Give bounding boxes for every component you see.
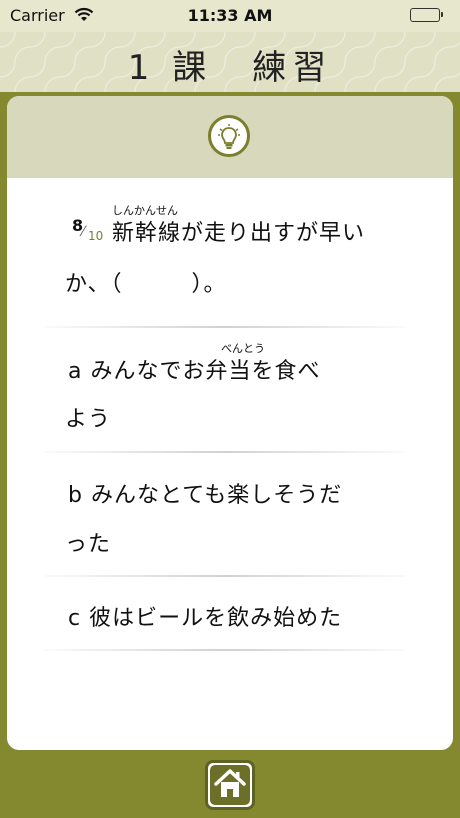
option-text: 彼はビールを飲み始めた: [89, 606, 343, 631]
divider: [45, 649, 405, 651]
home-icon: [214, 769, 246, 797]
card-toolbar: [7, 96, 453, 178]
page-title: 1 課 練習: [127, 48, 333, 88]
question-counter: 8 ⁄ 10: [72, 214, 112, 244]
counter-slash: ⁄: [82, 224, 85, 240]
question-total: 10: [88, 229, 104, 243]
question-text-line1: 新幹線が走り出すが早い: [112, 221, 366, 246]
clock: 11:33 AM: [187, 6, 273, 25]
option-a-line1: a みんなでお弁当を食べ: [68, 353, 321, 385]
divider: [45, 326, 405, 328]
status-bar: Carrier 11:33 AM: [0, 0, 460, 32]
home-button[interactable]: [205, 760, 255, 810]
option-a-line2: よう: [65, 407, 112, 432]
option-c-line1: c 彼はビールを飲み始めた: [68, 600, 342, 632]
header: 1 課 練習: [0, 32, 460, 92]
option-letter: c: [68, 606, 82, 631]
question-text-line2: か、（ ）。: [65, 272, 227, 297]
option-b-line1: b みんなとても楽しそうだ: [68, 477, 342, 509]
battery-icon: [410, 8, 443, 22]
option-b-line2: った: [65, 532, 112, 557]
option-text: みんなでお弁当を食べ: [90, 359, 321, 384]
option-letter: a: [68, 359, 83, 384]
divider: [45, 575, 405, 577]
option-letter: b: [68, 483, 83, 508]
lightbulb-icon: [218, 124, 240, 149]
divider: [45, 451, 405, 453]
hint-button[interactable]: [208, 115, 250, 157]
option-text: みんなとても楽しそうだ: [90, 483, 343, 508]
